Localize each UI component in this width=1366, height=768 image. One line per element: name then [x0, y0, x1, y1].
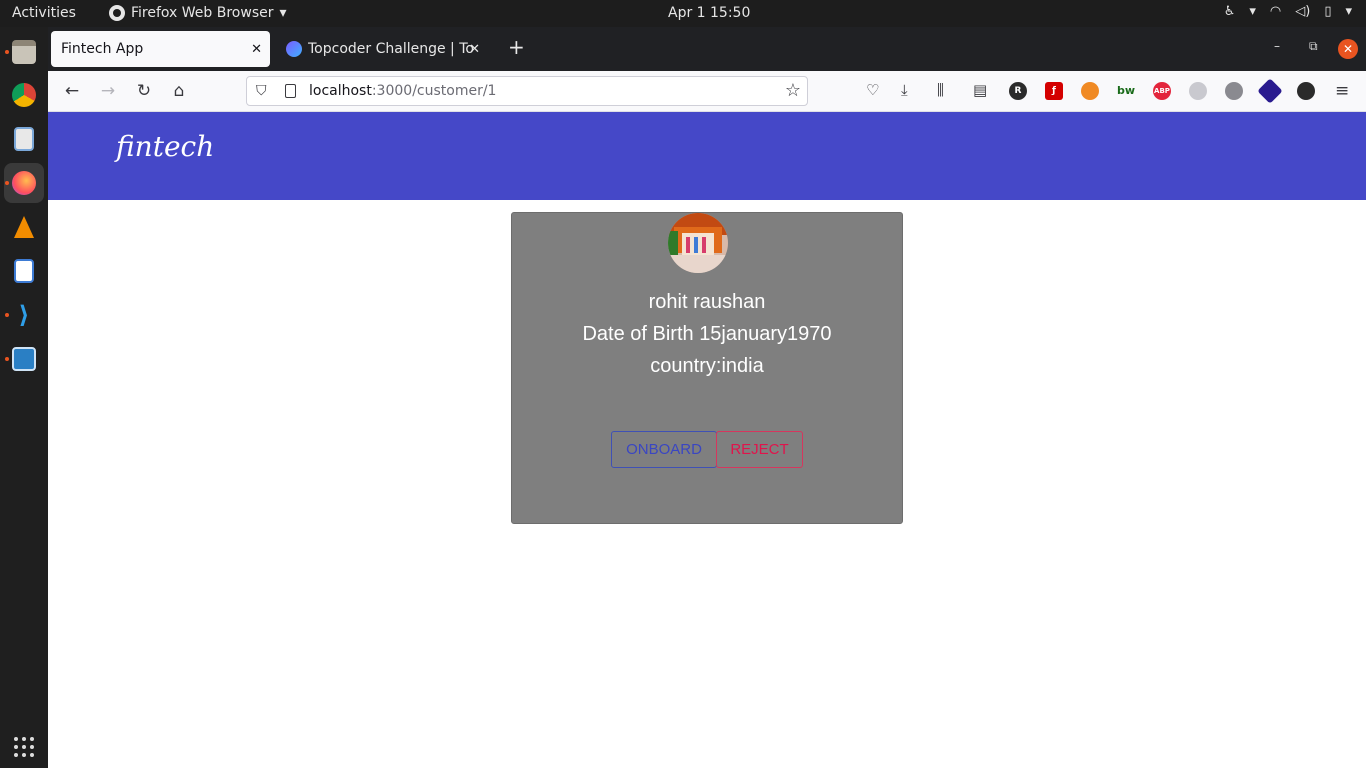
new-tab-icon[interactable]: + [508, 37, 525, 57]
customer-country: country:india [650, 355, 764, 377]
adblock-plus-icon[interactable]: ABP [1153, 82, 1171, 100]
diamond-extension-icon[interactable] [1257, 78, 1283, 104]
settings-gear-extension-icon[interactable] [1225, 82, 1243, 100]
tab-strip: Fintech App ✕ Topcoder Challenge | Top ✕… [48, 27, 1366, 71]
caret-down-icon: ▾ [1249, 4, 1256, 19]
firefox-icon [109, 5, 125, 21]
running-indicator [5, 313, 9, 317]
running-indicator [5, 181, 9, 185]
running-indicator [5, 50, 9, 54]
clock[interactable]: Apr 1 15:50 [668, 5, 750, 21]
topcoder-favicon-icon [286, 41, 302, 57]
volume-icon: ◁) [1295, 4, 1311, 19]
forward-arrow-icon[interactable]: → [98, 81, 118, 101]
sidebar-icon[interactable]: ▤ [973, 81, 987, 99]
dock-firefox[interactable] [4, 163, 44, 203]
navigation-toolbar: ← → ↻ ⌂ ⛉ localhost:3000/customer/1 ☆ ♡ … [48, 71, 1366, 112]
page-info-icon[interactable] [285, 84, 296, 98]
customer-card: rohit raushan Date of Birth 15january197… [511, 212, 903, 524]
caret-down-icon: ▾ [1345, 4, 1352, 19]
show-apps-icon[interactable] [14, 737, 34, 757]
wifi-icon: ◠ [1269, 4, 1282, 19]
caret-down-icon: ▾ [279, 5, 287, 21]
flash-extension-icon[interactable]: ƒ [1045, 82, 1063, 100]
app-menu-label: Firefox Web Browser [131, 5, 274, 21]
url-text[interactable]: localhost:3000/customer/1 [309, 83, 496, 99]
dock-screenshot[interactable] [4, 339, 44, 379]
restore-icon[interactable]: ⧉ [1309, 39, 1318, 54]
back-arrow-icon[interactable]: ← [62, 81, 82, 101]
downloads-icon[interactable]: ⤓ [901, 81, 908, 99]
basketball-extension-icon[interactable] [1081, 82, 1099, 100]
document-viewer-icon [14, 127, 34, 151]
onboard-button[interactable]: ONBOARD [611, 431, 717, 468]
running-indicator [5, 357, 9, 361]
dock: ⟩ [0, 27, 48, 768]
tab-title: Topcoder Challenge | Top [308, 41, 473, 57]
url-host: localhost [309, 83, 372, 99]
library-icon[interactable]: ⫼ [937, 81, 944, 99]
close-tab-icon[interactable]: ✕ [469, 42, 480, 57]
app-header: fintech [48, 112, 1366, 200]
minimize-icon[interactable]: – [1274, 39, 1280, 53]
files-icon [12, 40, 36, 64]
tracking-shield-icon[interactable]: ⛉ [256, 83, 267, 99]
activities-button[interactable]: Activities [12, 5, 76, 21]
vlc-icon [14, 216, 34, 238]
bookmark-star-icon[interactable]: ☆ [785, 80, 801, 101]
system-tray[interactable]: ♿ ▾ ◠ ◁) ▯ ▾ [1224, 4, 1352, 19]
dock-files[interactable] [4, 32, 44, 72]
dock-text-editor[interactable] [4, 119, 44, 159]
dock-vscode[interactable]: ⟩ [4, 295, 44, 335]
tab-title: Fintech App [61, 41, 144, 57]
customer-avatar [668, 213, 728, 273]
accessibility-icon[interactable]: ♿ [1224, 4, 1236, 19]
customer-dob: Date of Birth 15january1970 [582, 323, 832, 345]
tab-fintech-app[interactable]: Fintech App ✕ [51, 31, 270, 67]
vscode-icon: ⟩ [18, 301, 30, 329]
dock-chrome[interactable] [4, 75, 44, 115]
customer-name: rohit raushan [648, 291, 766, 313]
firefox-icon [12, 171, 36, 195]
bw-extension-icon[interactable]: bw [1117, 82, 1135, 100]
url-path: :3000/customer/1 [371, 83, 497, 99]
pocket-icon[interactable]: ♡ [866, 81, 879, 99]
system-top-bar: Activities Firefox Web Browser ▾ Apr 1 1… [0, 0, 1366, 27]
battery-icon: ▯ [1324, 4, 1332, 19]
close-tab-icon[interactable]: ✕ [251, 42, 262, 57]
dock-gedit[interactable] [4, 251, 44, 291]
window-close-icon[interactable]: ✕ [1338, 39, 1358, 59]
image-viewer-icon [12, 347, 36, 371]
location-extension-icon[interactable] [1189, 82, 1207, 100]
brand-logo[interactable]: fintech [116, 130, 214, 163]
home-icon[interactable]: ⌂ [169, 81, 189, 101]
app-menu[interactable]: Firefox Web Browser ▾ [109, 5, 287, 21]
sync-extension-icon[interactable] [1297, 82, 1315, 100]
extension-r-icon[interactable]: R [1009, 82, 1027, 100]
address-bar[interactable]: ⛉ localhost:3000/customer/1 ☆ [246, 76, 808, 106]
hamburger-menu-icon[interactable]: ≡ [1335, 81, 1349, 101]
dock-vlc[interactable] [4, 207, 44, 247]
chrome-icon [12, 83, 36, 107]
reject-button[interactable]: REJECT [716, 431, 803, 468]
pencil-icon [14, 259, 34, 283]
avatar-photo [668, 213, 728, 273]
reload-icon[interactable]: ↻ [134, 81, 154, 101]
tab-topcoder-challenge[interactable]: Topcoder Challenge | Top ✕ [276, 31, 488, 67]
